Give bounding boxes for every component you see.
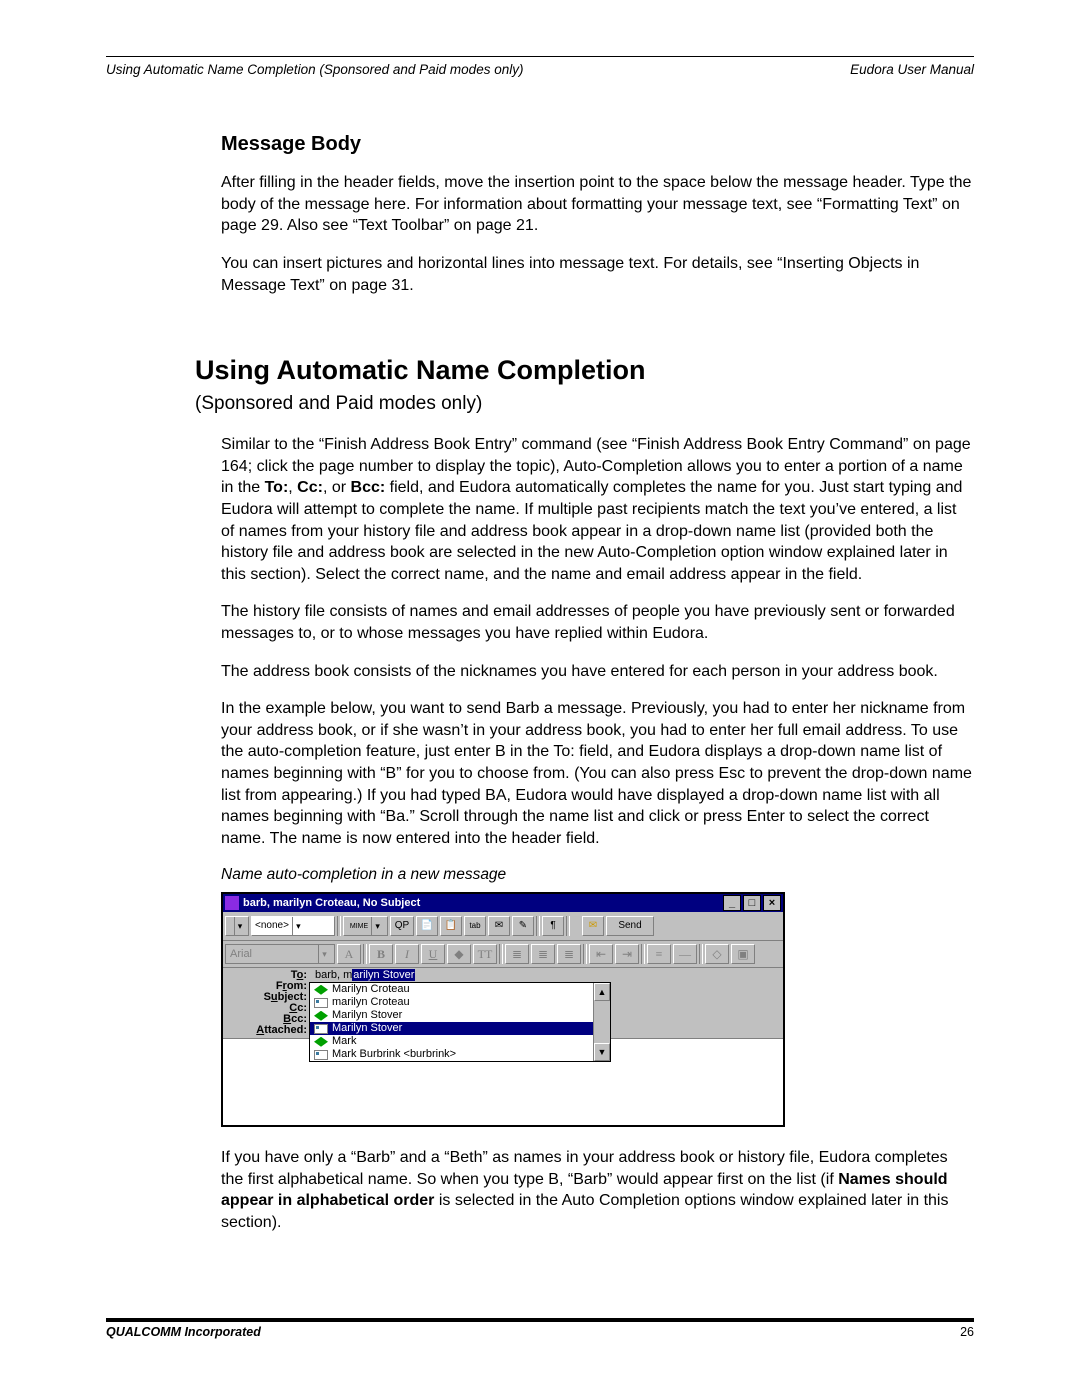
tb-tab-icon[interactable]: tab [464,916,486,936]
toolbar-separator [536,916,540,936]
header-area: To: barb, marilyn Stover Marilyn Croteau… [223,968,783,1038]
historycard-icon [314,1050,328,1060]
footer-company: QUALCOMM Incorporated [106,1324,261,1341]
attached-label: Attached: [223,1025,311,1036]
autoname-p2: The history file consists of names and e… [221,601,974,644]
tb-doc-icon[interactable]: 📄 [416,916,438,936]
priority-dropdown[interactable] [225,916,249,936]
autocomplete-item[interactable]: Mark Burbrink <burbrink> [310,1048,610,1061]
section-message-body-title: Message Body [221,131,974,158]
addressbook-icon [314,1011,328,1021]
scroll-down-icon[interactable]: ▼ [594,1043,610,1061]
autocomplete-item[interactable]: marilyn Croteau [310,996,610,1009]
signature-dropdown[interactable]: <none> [251,916,335,936]
app-icon [225,896,239,910]
format-toolbar: Arial A B I U ◆ TT ≣ ≣ ≣ ⇤ ⇥ ≡ — ◇ [223,941,783,968]
object-button[interactable]: ▣ [731,944,755,964]
autoname-p4: In the example below, you want to send B… [221,698,974,849]
autocomplete-item-label: Mark Burbrink <burbrink> [332,1049,456,1060]
autoname-p5: If you have only a “Barb” and a “Beth” a… [221,1147,974,1233]
hr-button[interactable]: — [673,944,697,964]
historycard-icon [314,998,328,1008]
autocomplete-item-label: Marilyn Stover [332,1010,402,1021]
tt-button[interactable]: TT [473,944,497,964]
autocomplete-item[interactable]: Marilyn Stover [310,1009,610,1022]
align-left-button[interactable]: ≣ [505,944,529,964]
underline-button[interactable]: U [421,944,445,964]
autocomplete-item[interactable]: Mark [310,1035,610,1048]
bullets-button[interactable]: ≡ [647,944,671,964]
msgbody-p2: You can insert pictures and horizontal l… [221,253,974,296]
section-autoname-title: Using Automatic Name Completion [195,352,974,388]
scroll-up-icon[interactable]: ▲ [594,983,610,1001]
link-button[interactable]: ◇ [705,944,729,964]
font-size-button[interactable]: A [337,944,361,964]
autocomplete-item[interactable]: Marilyn Croteau [310,983,610,996]
indent-button[interactable]: ⇥ [615,944,639,964]
toolbar-separator [337,916,341,936]
send-button[interactable]: Send [606,916,654,936]
window-title: barb, marilyn Croteau, No Subject [243,898,420,909]
bold-button[interactable]: B [369,944,393,964]
autocomplete-item-label: Mark [332,1036,356,1047]
eudora-compose-window: barb, marilyn Croteau, No Subject _ □ × … [221,892,785,1127]
addressbook-icon [314,985,328,995]
encoding-dropdown[interactable]: MIME [343,916,388,936]
minimize-button[interactable]: _ [723,895,741,911]
maximize-button[interactable]: □ [743,895,761,911]
autoname-p3: The address book consists of the nicknam… [221,661,974,683]
qp-button[interactable]: QP [390,916,414,936]
toolbar-separator [566,916,570,936]
page-number: 26 [960,1324,974,1341]
autocomplete-item-label: marilyn Croteau [332,997,410,1008]
outdent-button[interactable]: ⇤ [589,944,613,964]
align-center-button[interactable]: ≣ [531,944,555,964]
tb-copy-icon[interactable]: 📋 [440,916,462,936]
message-toolbar: <none> MIME QP 📄 📋 tab ✉ ✎ ¶ ✉ Send [223,912,783,941]
to-field[interactable]: barb, marilyn Stover [311,970,777,981]
running-header-left: Using Automatic Name Completion (Sponsor… [106,61,523,79]
titlebar[interactable]: barb, marilyn Croteau, No Subject _ □ × [223,894,783,912]
autocomplete-highlight: arilyn Stover [352,969,415,981]
autocomplete-dropdown[interactable]: Marilyn Croteau marilyn Croteau Marilyn St… [309,982,611,1062]
figure-caption: Name auto-completion in a new message [221,865,974,886]
msgbody-p1: After filling in the header fields, move… [221,172,974,237]
tb-keep-icon[interactable]: ✉ [488,916,510,936]
autocomplete-item-label: Marilyn Croteau [332,984,410,995]
align-right-button[interactable]: ≣ [557,944,581,964]
italic-button[interactable]: I [395,944,419,964]
tb-pilcrow-icon[interactable]: ¶ [542,916,564,936]
section-autoname-subtitle: (Sponsored and Paid modes only) [195,391,974,417]
close-button[interactable]: × [763,895,781,911]
font-dropdown[interactable]: Arial [225,944,335,964]
color-button[interactable]: ◆ [447,944,471,964]
send-envelope-icon[interactable]: ✉ [582,916,604,936]
autocomplete-item-label: Marilyn Stover [332,1023,402,1034]
autoname-p1: Similar to the “Finish Address Book Entr… [221,434,974,585]
historycard-icon [314,1024,328,1034]
autocomplete-item[interactable]: Marilyn Stover [310,1022,610,1035]
tb-receipt-icon[interactable]: ✎ [512,916,534,936]
addressbook-icon [314,1037,328,1047]
running-header-right: Eudora User Manual [850,61,974,79]
